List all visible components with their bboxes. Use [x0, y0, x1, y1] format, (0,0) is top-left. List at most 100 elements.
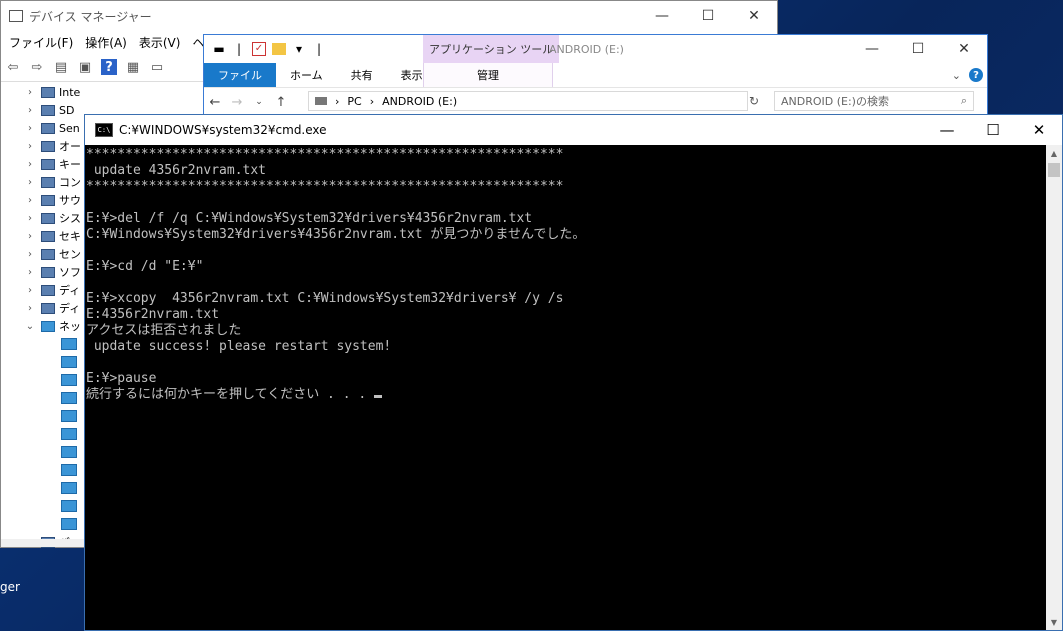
taskbar-label[interactable]: ger: [0, 580, 20, 594]
tree-item[interactable]: › Inte: [1, 83, 91, 101]
tree-item[interactable]: › シス: [1, 209, 91, 227]
tree-item[interactable]: › Sen: [1, 119, 91, 137]
menu-action[interactable]: 操作(A): [81, 32, 131, 53]
chevron-right-icon[interactable]: ›: [1, 303, 37, 314]
tree-item[interactable]: › ソフ: [1, 263, 91, 281]
up-arrow-icon[interactable]: ↑: [270, 95, 292, 110]
console-line-text: 続行するには何かキーを押してください . . .: [86, 387, 367, 402]
menu-file[interactable]: ファイル(F): [5, 32, 77, 53]
ribbon-tabs: ファイル ホーム 共有 表示 管理 ⌄ ?: [204, 63, 987, 87]
maximize-button[interactable]: ☐: [685, 1, 731, 31]
network-adapter-icon: [61, 428, 77, 440]
minimize-button[interactable]: —: [849, 35, 895, 63]
network-adapter-item[interactable]: [1, 389, 91, 407]
explorer-titlebar[interactable]: ▬ | ✓ ▾ | アプリケーション ツール ANDROID (E:) — ☐ …: [204, 35, 987, 63]
vertical-scrollbar[interactable]: ▲ ▼: [1046, 145, 1062, 630]
tab-share[interactable]: 共有: [337, 63, 387, 87]
network-adapter-icon: [61, 374, 77, 386]
console-line: E:¥>xcopy 4356r2nvram.txt C:¥Windows¥Sys…: [86, 291, 564, 306]
tree-item-label: Inte: [59, 85, 81, 99]
minimize-button[interactable]: —: [924, 115, 970, 145]
file-explorer-window[interactable]: ▬ | ✓ ▾ | アプリケーション ツール ANDROID (E:) — ☐ …: [203, 34, 988, 118]
recent-dropdown-icon[interactable]: ⌄: [248, 97, 270, 107]
console-output[interactable]: ****************************************…: [85, 147, 1046, 630]
chevron-right-icon[interactable]: ›: [1, 195, 37, 206]
device-icon: [41, 104, 55, 116]
close-button[interactable]: ✕: [1016, 115, 1062, 145]
chevron-right-icon[interactable]: ›: [1, 141, 37, 152]
network-adapter-item[interactable]: [1, 443, 91, 461]
chevron-right-icon[interactable]: ›: [1, 249, 37, 260]
tree-item[interactable]: › セキ: [1, 227, 91, 245]
tree-item[interactable]: › キー: [1, 155, 91, 173]
maximize-button[interactable]: ☐: [970, 115, 1016, 145]
tree-item-label: ディ: [59, 302, 81, 315]
network-adapter-item[interactable]: [1, 407, 91, 425]
breadcrumb-pc[interactable]: PC: [347, 95, 361, 108]
scroll-down-icon[interactable]: ▼: [1046, 614, 1062, 630]
new-folder-icon[interactable]: [272, 43, 286, 55]
customize-dropdown-icon[interactable]: ▾: [292, 42, 306, 56]
command-prompt-window[interactable]: C:\ C:¥WINDOWS¥system32¥cmd.exe — ☐ ✕ **…: [84, 114, 1063, 631]
tab-manage[interactable]: 管理: [423, 63, 553, 87]
forward-arrow-icon[interactable]: ⇨: [27, 57, 47, 77]
tab-file[interactable]: ファイル: [204, 63, 276, 87]
network-adapter-item[interactable]: [1, 353, 91, 371]
network-adapter-item[interactable]: [1, 515, 91, 533]
tree-item[interactable]: › コン: [1, 173, 91, 191]
back-arrow-icon[interactable]: ⇦: [3, 57, 23, 77]
network-adapter-item[interactable]: [1, 371, 91, 389]
forward-arrow-icon[interactable]: →: [226, 95, 248, 110]
chevron-right-icon[interactable]: ›: [1, 159, 37, 170]
properties-icon[interactable]: ▤: [51, 57, 71, 77]
refresh-icon[interactable]: ↻: [744, 91, 764, 111]
tab-home[interactable]: ホーム: [276, 63, 337, 87]
tree-item[interactable]: › SD: [1, 101, 91, 119]
breadcrumb-drive[interactable]: ANDROID (E:): [382, 95, 457, 108]
network-adapter-item[interactable]: [1, 335, 91, 353]
minimize-button[interactable]: —: [639, 1, 685, 31]
help-icon[interactable]: ?: [969, 68, 983, 82]
properties-check-icon[interactable]: ✓: [252, 42, 266, 56]
device-tree: › Inte › SD › Sen › オー › キー › コン › サウ › シス › セキ ›…: [1, 83, 91, 551]
tree-item[interactable]: › ディ: [1, 299, 91, 317]
close-button[interactable]: ✕: [731, 1, 777, 31]
tree-item[interactable]: › サウ: [1, 191, 91, 209]
tree-item[interactable]: › ディ: [1, 281, 91, 299]
monitor-icon[interactable]: ▭: [147, 57, 167, 77]
close-button[interactable]: ✕: [941, 35, 987, 63]
address-bar[interactable]: › PC › ANDROID (E:): [308, 91, 748, 111]
network-adapter-item[interactable]: [1, 497, 91, 515]
help-icon[interactable]: ?: [101, 59, 117, 75]
menu-view[interactable]: 表示(V): [135, 32, 185, 53]
network-icon: [41, 320, 55, 332]
tree-item[interactable]: › セン: [1, 245, 91, 263]
network-adapter-icon: [61, 500, 77, 512]
tree-item-network-expanded[interactable]: ⌄ ネッ: [1, 317, 91, 335]
chevron-down-icon[interactable]: ⌄: [1, 321, 37, 332]
chevron-right-icon[interactable]: ›: [1, 123, 37, 134]
console-line: E:4356r2nvram.txt: [86, 307, 220, 322]
back-arrow-icon[interactable]: ←: [204, 95, 226, 110]
update-icon[interactable]: ▣: [75, 57, 95, 77]
network-adapter-item[interactable]: [1, 461, 91, 479]
chevron-right-icon[interactable]: ›: [1, 231, 37, 242]
chevron-right-icon[interactable]: ›: [1, 267, 37, 278]
chevron-right-icon[interactable]: ›: [1, 285, 37, 296]
tree-item[interactable]: › オー: [1, 137, 91, 155]
cmd-titlebar[interactable]: C:\ C:¥WINDOWS¥system32¥cmd.exe — ☐ ✕: [85, 115, 1062, 145]
device-manager-titlebar[interactable]: デバイス マネージャー — ☐ ✕: [1, 1, 777, 31]
chevron-right-icon[interactable]: ›: [1, 87, 37, 98]
network-adapter-item[interactable]: [1, 479, 91, 497]
ribbon-expand-icon[interactable]: ⌄: [952, 69, 961, 82]
chevron-right-icon[interactable]: ›: [1, 213, 37, 224]
network-adapter-item[interactable]: [1, 425, 91, 443]
scrollbar-thumb[interactable]: [1048, 163, 1060, 177]
maximize-button[interactable]: ☐: [895, 35, 941, 63]
scroll-up-icon[interactable]: ▲: [1046, 145, 1062, 161]
view-icon[interactable]: ▦: [123, 57, 143, 77]
search-input[interactable]: ANDROID (E:)の検索 ⌕: [774, 91, 974, 111]
chevron-right-icon[interactable]: ›: [1, 177, 37, 188]
chevron-right-icon[interactable]: ›: [1, 105, 37, 116]
